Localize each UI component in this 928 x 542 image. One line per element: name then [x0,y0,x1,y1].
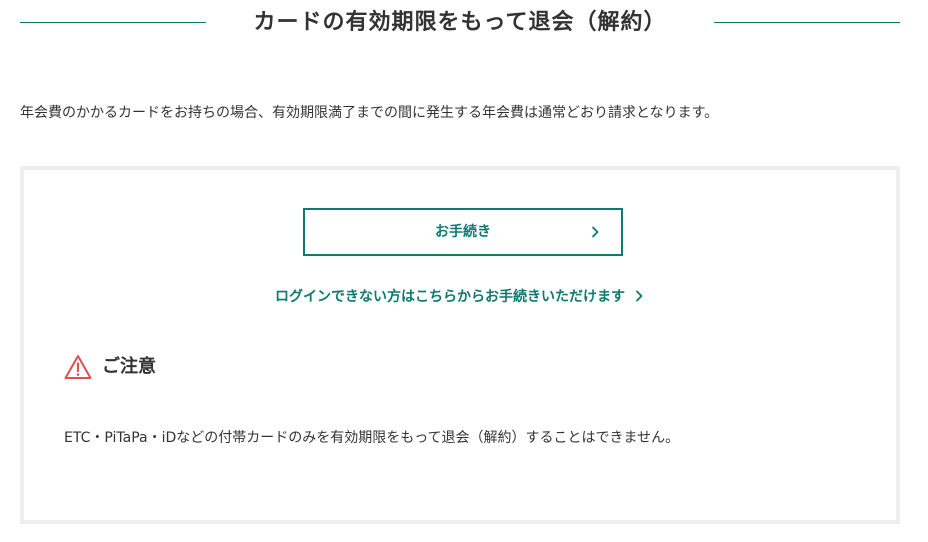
page-title: カードの有効期限をもって退会（解約） [253,10,667,35]
caution-text: ETC・PiTaPa・iDなどの付帯カードのみを有効期限をもって退会（解約）する… [64,430,680,446]
procedure-panel: お手続き ログインできない方はこちらからお手続きいただけます ご注意 ETC・P… [20,166,900,524]
procedure-button[interactable]: お手続き [303,208,623,256]
caution-title: ご注意 [102,356,156,377]
section-header: カードの有効期限をもって退会（解約） [0,0,928,50]
annual-fee-notice: 年会費のかかるカードをお持ちの場合、有効期限満了までの間に発生する年会費は通常ど… [20,105,719,121]
login-unavailable-link-label: ログインできない方はこちらからお手続きいただけます [275,289,625,305]
warning-icon [64,355,92,379]
header-rule-left [20,22,206,23]
procedure-button-label: お手続き [435,224,491,240]
chevron-right-icon [636,290,643,302]
chevron-right-icon [592,226,599,238]
login-unavailable-link[interactable]: ログインできない方はこちらからお手続きいただけます [24,286,896,308]
header-rule-right [714,22,900,23]
